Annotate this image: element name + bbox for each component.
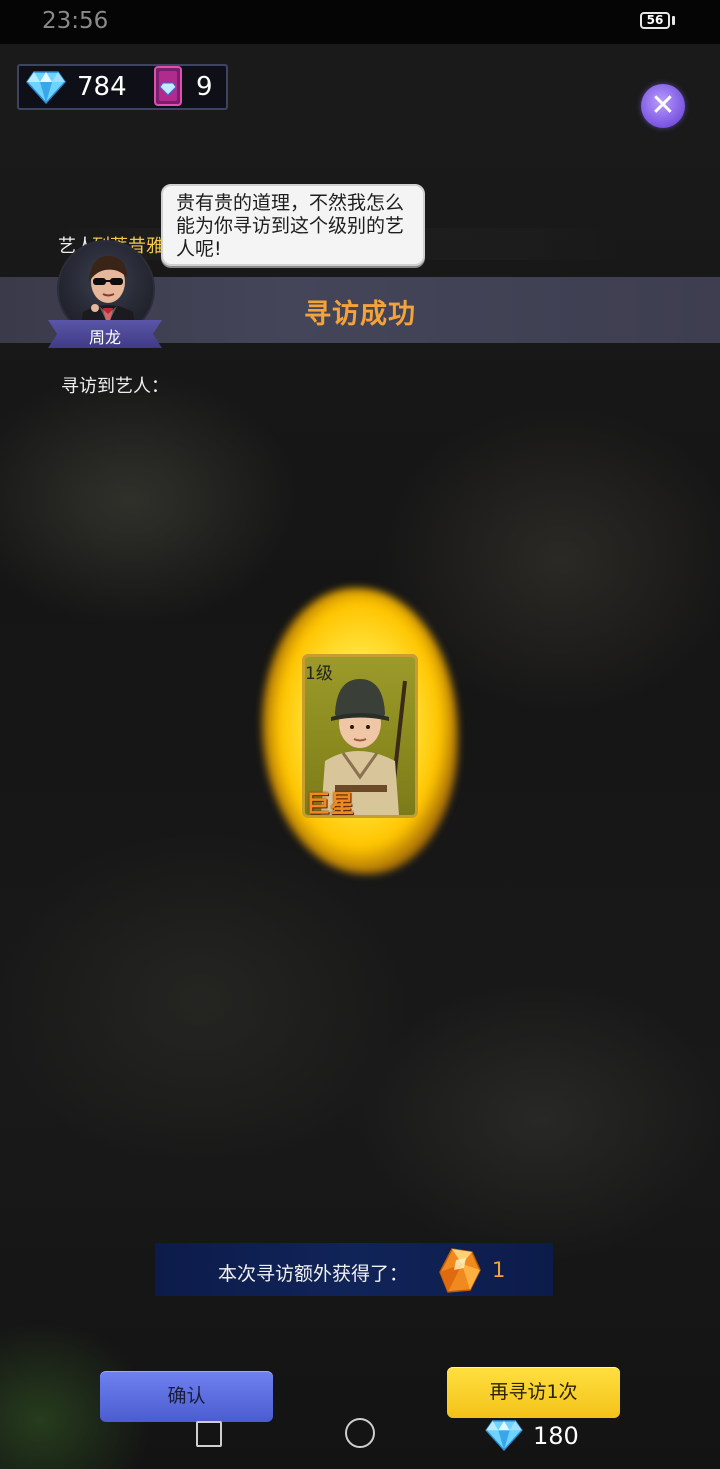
search-again-button[interactable]: 再寻访1次: [447, 1367, 620, 1418]
diamond-icon: [485, 1420, 523, 1451]
bonus-text: 本次寻访额外获得了：: [218, 1263, 409, 1285]
ticket-card-icon: [154, 66, 182, 106]
status-time: 23:56: [42, 8, 109, 34]
speaker-name: 周龙: [88, 328, 121, 347]
found-artist-label: 寻访到艺人：: [61, 376, 169, 397]
home-button[interactable]: [345, 1418, 375, 1448]
diamond-count: 784: [77, 72, 127, 102]
ticket-count: 9: [196, 72, 213, 102]
bonus-count: 1: [492, 1258, 506, 1282]
diamond-icon: [26, 71, 66, 104]
confirm-button[interactable]: 确认: [100, 1371, 273, 1422]
recent-apps-button[interactable]: [196, 1421, 222, 1447]
battery-icon: 56: [640, 12, 670, 29]
search-cost: 180: [533, 1422, 579, 1450]
battery-tip: [672, 16, 675, 25]
amber-crystal-icon: [439, 1248, 481, 1293]
card-rank: 巨星: [306, 790, 354, 818]
close-button[interactable]: ✕: [641, 84, 685, 128]
speech-text: 贵有贵的道理，不然我怎么能为你寻访到这个级别的艺人呢!: [176, 192, 405, 260]
card-level: 1级: [305, 664, 333, 684]
